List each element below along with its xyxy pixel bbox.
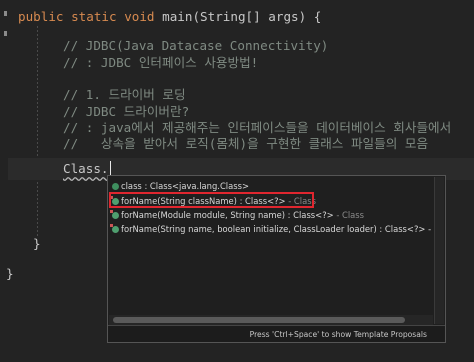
autocomplete-item[interactable]: forName(Module module, String name) : Cl… [110,208,433,222]
scrollbar-thumb[interactable] [113,317,405,323]
autocomplete-list[interactable]: class : Class<java.lang.Class> forName(S… [108,176,433,324]
autocomplete-item[interactable]: forName(String name, boolean initialize,… [110,222,433,236]
keyword-static: static [71,9,117,24]
static-method-icon [110,210,119,219]
vertical-scrollbar[interactable] [434,177,444,324]
static-method-icon [110,224,119,233]
code-line-typing[interactable]: Class. [63,158,111,180]
typed-text: Class. [63,161,109,176]
autocomplete-item[interactable]: class : Class<java.lang.Class> [110,179,433,193]
code-line-main-signature: public static void main(String[] args) { [18,6,321,28]
code-comment: // 상속을 받아서 로직(몸체)을 구현한 클래스 파일들의 모음 [63,136,429,151]
keyword-void: void [124,9,155,24]
autocomplete-item-label: forName(Module module, String name) : Cl… [121,210,334,220]
method-signature: main(String[] args) { [162,9,322,24]
autocomplete-footer-hint: Press 'Ctrl+Space' to show Template Prop… [108,325,445,342]
autocomplete-item-type: - Class [333,210,365,220]
code-close-brace: } [6,266,14,281]
gutter-marker [4,31,7,36]
static-method-icon [110,196,119,205]
autocomplete-item-label: forName(String className) : Class<?> [121,196,286,206]
gutter-marker [4,11,7,16]
autocomplete-item-label: forName(String name, boolean initialize,… [121,224,433,234]
autocomplete-item-label: class : Class<java.lang.Class> [121,181,249,191]
code-close-brace: } [33,236,41,251]
indent-guide [37,26,38,236]
autocomplete-popup[interactable]: class : Class<java.lang.Class> forName(S… [107,175,446,343]
code-comment: // : JDBC 인터페이스 사용방법! [63,55,259,70]
horizontal-scrollbar[interactable] [109,315,433,325]
keyword-public: public [18,9,64,24]
field-icon [112,183,119,190]
autocomplete-item-selected[interactable]: forName(String className) : Class<?> - C… [110,194,433,208]
autocomplete-item-type: - Class [285,196,316,206]
text-caret [109,161,111,176]
